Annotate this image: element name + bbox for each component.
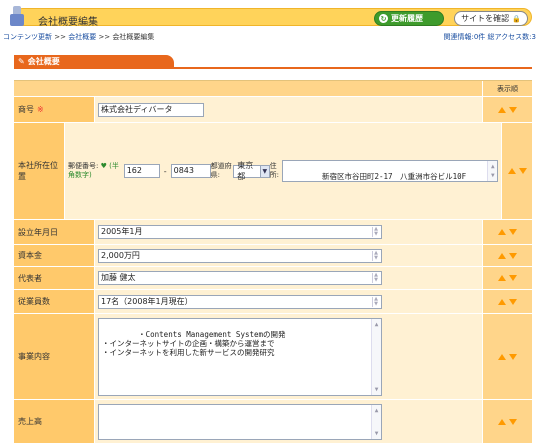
row-label: 設立年月日	[14, 220, 94, 244]
arrow-up-icon[interactable]	[498, 252, 506, 259]
order-controls	[482, 97, 532, 122]
table-row: 商号 ※ 株式会社ディバータ	[14, 97, 532, 123]
table-row: 設立年月日 2005年1月 ▲ ▼	[14, 220, 532, 245]
breadcrumb-item-current: 会社概要編集	[112, 33, 155, 41]
section-title: 会社概要	[27, 57, 60, 66]
row-label: 商号 ※	[14, 97, 94, 122]
order-controls	[482, 290, 532, 313]
arrow-up-icon[interactable]	[507, 168, 516, 174]
arrow-up-icon[interactable]	[498, 229, 506, 235]
arrow-up-icon[interactable]	[498, 106, 506, 113]
required-mark: ※	[37, 105, 44, 114]
row-label: 事業内容	[14, 314, 94, 399]
arrow-down-icon[interactable]	[509, 298, 517, 305]
order-controls	[482, 245, 532, 266]
history-button-label: 更新履歴	[391, 14, 423, 23]
table-row: 代表者 加藤 健太 ▲ ▼	[14, 267, 532, 290]
user-icon	[6, 6, 28, 28]
scrollbar[interactable]: ▲ ▼	[372, 273, 379, 283]
zip-code-second-input[interactable]: 0843	[170, 164, 211, 178]
view-site-button[interactable]: サイトを確認 🔒	[454, 11, 528, 26]
order-controls	[482, 314, 532, 399]
zip-hint: ♥	[100, 162, 107, 170]
scrollbar[interactable]: ▲ ▼	[372, 227, 379, 237]
row-label: 売上高	[14, 400, 94, 443]
table-row: 売上高 ▲ ▼	[14, 400, 532, 444]
breadcrumb-item-content-update[interactable]: コンテンツ更新	[3, 33, 52, 41]
refresh-icon: ↻	[379, 14, 388, 23]
scrollbar[interactable]: ▲ ▼	[371, 318, 381, 395]
capital-input[interactable]: 2,000万円 ▲ ▼	[98, 248, 382, 263]
representative-input[interactable]: 加藤 健太 ▲ ▼	[98, 271, 382, 285]
arrow-down-icon[interactable]	[509, 275, 517, 281]
prefecture-select[interactable]: 東京都 ▼	[233, 161, 270, 181]
breadcrumb-item-company-overview[interactable]: 会社概要	[68, 33, 96, 41]
arrow-down-icon[interactable]	[509, 229, 517, 235]
page-title: 会社概要編集	[38, 17, 98, 28]
order-column-header: 表示順	[482, 81, 532, 96]
prefecture-label: 都道府県:	[210, 162, 232, 179]
history-button[interactable]: ↻ 更新履歴	[374, 11, 444, 26]
section-divider	[14, 67, 532, 69]
stats-link[interactable]: 関連情報:0件 総アクセス数:3	[444, 32, 537, 42]
order-controls	[482, 267, 532, 289]
lock-icon: 🔒	[512, 14, 521, 23]
row-label: 資本金	[14, 245, 94, 266]
dropdown-caret-icon: ▼	[260, 165, 269, 177]
company-name-input[interactable]: 株式会社ディバータ	[98, 102, 204, 117]
table-row: 従業員数 17名（2008年1月現在） ▲ ▼	[14, 290, 532, 314]
zip-code-first-input[interactable]: 162	[123, 164, 160, 178]
order-controls	[501, 123, 532, 219]
arrow-down-icon[interactable]	[509, 252, 517, 259]
order-controls	[482, 400, 532, 443]
arrow-up-icon[interactable]	[498, 353, 506, 360]
scrollbar[interactable]: ▲ ▼	[371, 404, 381, 439]
company-form-table: 表示順 商号 ※ 株式会社ディバータ 本社所在位置 郵便番号: ♥ (半角数字)…	[14, 80, 532, 444]
arrow-up-icon[interactable]	[498, 418, 506, 425]
row-label: 従業員数	[14, 290, 94, 313]
header-bar: 会社概要編集 ↻ 更新履歴 サイトを確認 🔒	[0, 6, 540, 30]
table-header: 表示順	[14, 81, 532, 97]
breadcrumb: コンテンツ更新 >> 会社概要 >> 会社概要編集	[3, 33, 155, 41]
table-row: 事業内容 ・Contents Management Systemの開発 ・インタ…	[14, 314, 532, 400]
pencil-icon: ✎	[18, 57, 25, 66]
founded-input[interactable]: 2005年1月 ▲ ▼	[98, 225, 382, 239]
arrow-down-icon[interactable]	[509, 418, 517, 425]
business-textarea[interactable]: ・Contents Management Systemの開発 ・インターネットサ…	[98, 317, 382, 396]
scrollbar[interactable]: ▲ ▼	[372, 296, 379, 307]
arrow-up-icon[interactable]	[498, 275, 506, 281]
row-label: 代表者	[14, 267, 94, 289]
row-label: 本社所在位置	[14, 123, 64, 219]
arrow-down-icon[interactable]	[509, 106, 517, 113]
scrollbar[interactable]: ▲ ▼	[487, 161, 498, 181]
address-textarea[interactable]: 新宿区市谷田町2-17 八重洲市谷ビル10F ▲ ▼	[281, 160, 499, 182]
arrow-down-icon[interactable]	[509, 353, 517, 360]
address-label: 住所:	[269, 162, 280, 179]
scrollbar[interactable]: ▲ ▼	[372, 250, 379, 261]
arrow-up-icon[interactable]	[498, 298, 506, 305]
arrow-down-icon[interactable]	[518, 168, 527, 174]
table-row: 資本金 2,000万円 ▲ ▼	[14, 245, 532, 267]
employees-input[interactable]: 17名（2008年1月現在） ▲ ▼	[98, 294, 382, 309]
view-site-button-label: サイトを確認	[461, 14, 510, 23]
order-controls	[482, 220, 532, 244]
table-row: 本社所在位置 郵便番号: ♥ (半角数字) 162 - 0843 都道府県: 東…	[14, 123, 532, 220]
zip-label: 郵便番号:	[68, 162, 99, 170]
sales-textarea[interactable]: ▲ ▼	[98, 403, 382, 440]
